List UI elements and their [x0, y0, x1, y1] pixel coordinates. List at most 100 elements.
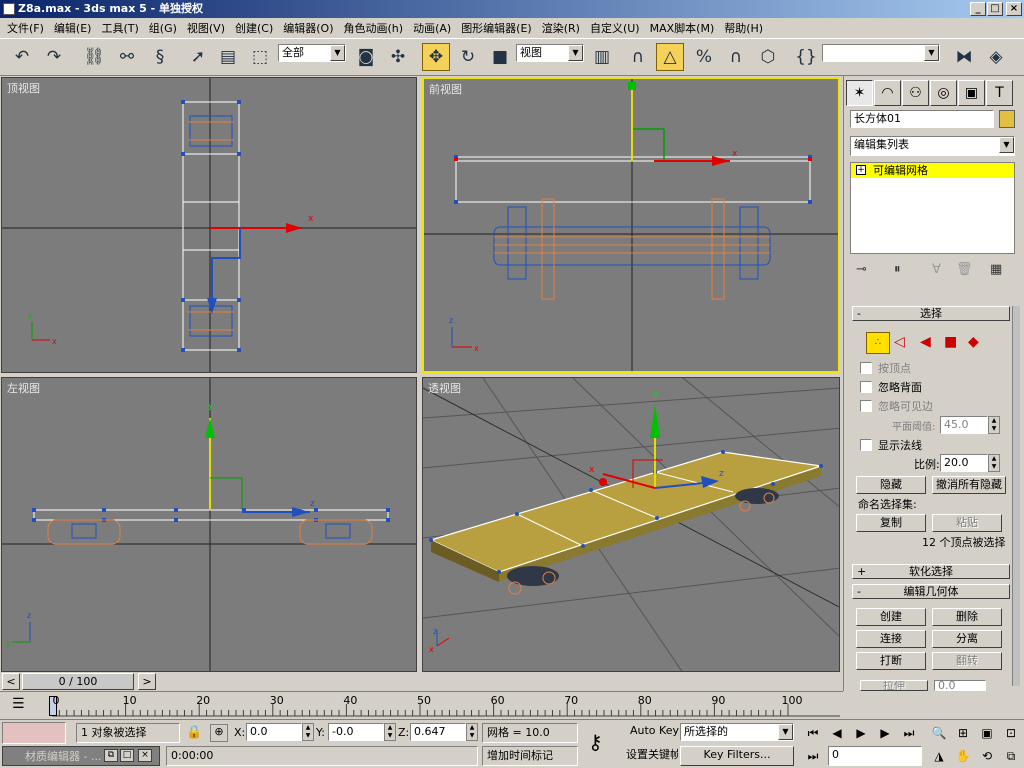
unlink-icon[interactable]: ⚯ [113, 43, 141, 71]
link-icon[interactable]: ⛓ [80, 43, 108, 71]
zoom-extents-all-icon[interactable]: ⊡ [1000, 723, 1022, 743]
menu-item-11[interactable]: 自定义(U) [585, 20, 645, 36]
z-coord-field[interactable]: 0.647 [410, 723, 466, 741]
edge-level-icon[interactable]: ◁ [894, 334, 905, 350]
move-icon[interactable]: ✥ [422, 43, 450, 71]
hide-button[interactable]: 隐藏 [856, 476, 926, 494]
show-normals-checkbox[interactable]: 显示法线 [860, 437, 922, 453]
minimize-button[interactable]: _ [970, 2, 986, 16]
lock-selection-icon[interactable]: 🔒 [186, 725, 202, 740]
menu-item-2[interactable]: 工具(T) [96, 20, 143, 36]
current-frame-field[interactable]: 0 [828, 746, 922, 766]
planar-thresh-spinner[interactable]: ▲ ▼ [988, 416, 1000, 434]
undo-icon[interactable]: ↶ [8, 43, 36, 71]
menu-item-8[interactable]: 动画(A) [408, 20, 456, 36]
zoom-extents-icon[interactable]: ▣ [976, 723, 998, 743]
named-sel-icon[interactable]: {} [792, 43, 820, 71]
field-of-view-icon[interactable]: ◮ [928, 746, 950, 766]
select-by-name-icon[interactable]: ▤ [214, 43, 242, 71]
menu-item-1[interactable]: 编辑(E) [49, 20, 97, 36]
prev-key-icon[interactable]: ◀ [826, 723, 848, 743]
unhide-all-button[interactable]: 撤消所有隐藏 [932, 476, 1006, 494]
viewport-label[interactable]: 透视图 [428, 380, 461, 396]
window-crossing-icon[interactable]: ◙ [352, 43, 380, 71]
pin-stack-icon[interactable]: ⊸ [856, 262, 867, 277]
menu-item-0[interactable]: 文件(F) [2, 20, 49, 36]
viewport-left[interactable]: y z z y 左视图 [1, 377, 417, 672]
y-coord-spinner[interactable]: ▲ ▼ [384, 723, 396, 741]
utilities-tab-icon[interactable]: T [986, 80, 1013, 106]
menu-item-12[interactable]: MAX脚本(M) [645, 20, 720, 36]
percent-snap-icon[interactable]: % [690, 43, 718, 71]
play-icon[interactable]: ▶ [850, 723, 872, 743]
modifier-stack[interactable]: + 可编辑网格 [850, 162, 1015, 254]
named-selection-dropdown[interactable]: ▼ [822, 44, 940, 62]
copy-button[interactable]: 复制 [856, 514, 926, 532]
rotate-icon[interactable]: ↻ [454, 43, 482, 71]
stack-item[interactable]: + 可编辑网格 [851, 163, 1014, 178]
ignore-visible-checkbox[interactable]: 忽略可见边 [860, 398, 933, 414]
motion-tab-icon[interactable]: ◎ [930, 80, 957, 106]
min-max-toggle-icon[interactable]: ⧉ [1000, 746, 1022, 766]
pan-icon[interactable]: ✋ [952, 746, 974, 766]
attach-button[interactable]: 连接 [856, 630, 926, 648]
edit-geometry-rollout-header[interactable]: - 编辑几何体 [852, 584, 1010, 599]
remove-modifier-icon[interactable]: 🗑 [956, 262, 973, 277]
align-icon[interactable]: ◈ [982, 43, 1010, 71]
bind-spacewarp-icon[interactable]: § [146, 43, 174, 71]
by-vertex-checkbox[interactable]: 按顶点 [860, 360, 911, 376]
zoom-icon[interactable]: 🔍 [928, 723, 950, 743]
auto-key-button[interactable]: Auto Key [630, 724, 679, 737]
create-tab-icon[interactable]: ✶ [846, 80, 873, 106]
prev-frame-icon[interactable]: < [2, 673, 20, 690]
ignore-backface-checkbox[interactable]: 忽略背面 [860, 379, 922, 395]
spinner-snap-icon[interactable]: ∩ [722, 43, 750, 71]
goto-end-icon[interactable]: ⏭ [898, 723, 920, 743]
maximize-button[interactable]: □ [987, 2, 1003, 16]
make-unique-icon[interactable]: ∀ [932, 262, 941, 277]
mirror-icon[interactable]: ⧓ [950, 43, 978, 71]
paste-button[interactable]: 粘贴 [932, 514, 1002, 532]
select-arrow-icon[interactable]: ➚ [184, 43, 212, 71]
redo-icon[interactable]: ↷ [40, 43, 68, 71]
modify-tab-icon[interactable]: ◠ [874, 80, 901, 106]
transform-type-icon[interactable]: ⊕ [210, 724, 228, 742]
selection-filter-dropdown[interactable]: 全部 ▼ [278, 44, 346, 62]
key-mode-dropdown[interactable]: 所选择的 ▼ [680, 723, 794, 741]
add-time-tag[interactable]: 增加时间标记 [482, 746, 578, 766]
select-rollout-header[interactable]: - 选择 [852, 306, 1010, 321]
menu-item-5[interactable]: 创建(C) [230, 20, 278, 36]
extrude-field[interactable]: 0.0 [934, 680, 986, 691]
edit-named-sel-icon[interactable]: ⬡ [754, 43, 782, 71]
turn-button[interactable]: 翻转 [932, 652, 1002, 670]
detach-button[interactable]: 分离 [932, 630, 1002, 648]
hierarchy-tab-icon[interactable]: ⚇ [902, 80, 929, 106]
next-key-icon[interactable]: ▶ [874, 723, 896, 743]
menu-item-10[interactable]: 渲染(R) [537, 20, 585, 36]
menu-item-9[interactable]: 图形编辑器(E) [456, 20, 537, 36]
command-panel-scrollbar[interactable] [1012, 306, 1020, 686]
snap-3d-icon[interactable]: ∩ [624, 43, 652, 71]
viewport-label[interactable]: 前视图 [429, 81, 462, 97]
menu-item-7[interactable]: 角色动画(h) [339, 20, 409, 36]
x-coord-field[interactable]: 0.0 [246, 723, 302, 741]
select-move-icon[interactable]: ✣ [384, 43, 412, 71]
modifier-list-dropdown[interactable]: 编辑集列表 ▼ [850, 136, 1015, 156]
angle-snap-icon[interactable]: △ [656, 43, 684, 71]
face-level-icon[interactable]: ◀ [920, 334, 931, 350]
goto-start-icon[interactable]: ⏮ [802, 723, 824, 743]
viewport-perspective[interactable]: y x z zx 透视图 [422, 377, 840, 672]
scale-icon[interactable]: ■ [486, 43, 514, 71]
element-level-icon[interactable]: ◆ [968, 334, 979, 350]
key-mode-toggle-icon[interactable]: ⏭ [802, 746, 824, 766]
x-coord-spinner[interactable]: ▲ ▼ [302, 723, 314, 741]
arc-rotate-icon[interactable]: ⟲ [976, 746, 998, 766]
time-slider[interactable]: 0 / 100 [22, 673, 134, 690]
break-button[interactable]: 打断 [856, 652, 926, 670]
next-frame-icon[interactable]: > [138, 673, 156, 690]
track-view-icon[interactable]: ☰ [12, 696, 25, 712]
object-color-swatch[interactable] [999, 110, 1015, 128]
create-button[interactable]: 创建 [856, 608, 926, 626]
viewport-top[interactable]: x x y 顶视图 [1, 77, 417, 373]
viewport-front[interactable]: x x z 前视图 [422, 77, 840, 373]
